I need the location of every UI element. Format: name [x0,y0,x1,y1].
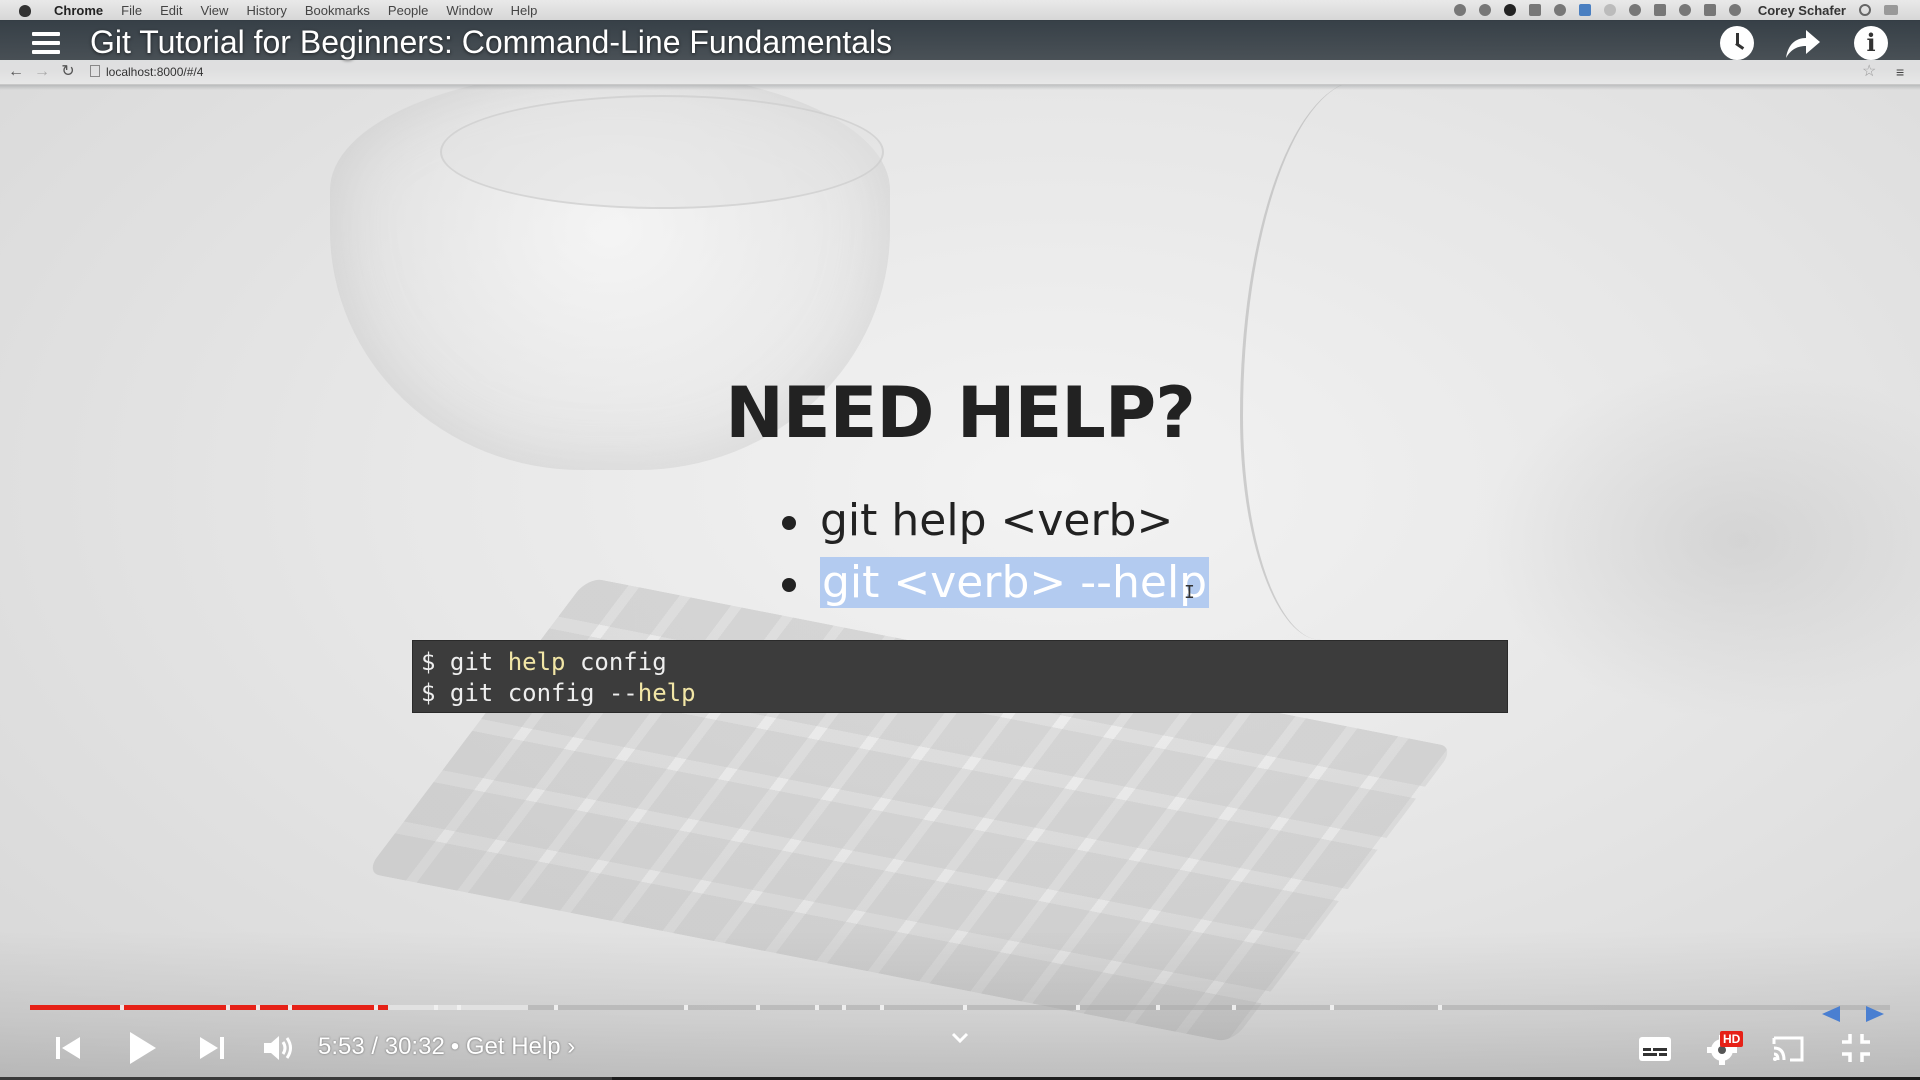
scrub-arrows-icon[interactable] [1818,1004,1888,1024]
display-icon[interactable] [1578,4,1591,16]
menu-window[interactable]: Window [446,3,492,18]
previous-icon[interactable] [54,1034,82,1062]
notification-icon[interactable] [1478,4,1491,16]
bullet-dot [782,578,796,592]
code-line: $ git config --help [421,679,696,707]
menu-edit[interactable]: Edit [160,3,182,18]
time-separator: / [364,1033,385,1060]
menu-view[interactable]: View [200,3,228,18]
chapter-marker [963,1005,967,1010]
drive-icon[interactable] [1553,4,1566,16]
playlist-menu-icon[interactable] [32,32,60,56]
circle-icon[interactable] [1603,4,1616,16]
back-arrow-icon[interactable]: ← [6,62,26,82]
chapter-link[interactable]: • Get Help › [451,1033,575,1060]
screen: Chrome File Edit View History Bookmarks … [0,0,1920,1080]
volume-icon[interactable] [1703,4,1716,16]
wifi-icon[interactable] [1678,4,1691,16]
menu-app-name[interactable]: Chrome [54,3,103,18]
exit-fullscreen-icon[interactable] [1840,1032,1872,1064]
duration: 30:32 [384,1033,445,1060]
page-icon [90,65,100,77]
notification-center-icon[interactable] [1884,5,1898,15]
cast-icon[interactable] [1770,1034,1806,1064]
time-machine-icon[interactable] [1628,4,1641,16]
status-area: Corey Schafer [1453,0,1898,20]
bookmark-star-icon[interactable]: ☆ [1862,62,1876,82]
slide-heading: NEED HELP? [725,372,1196,454]
chapter-marker [120,1005,124,1010]
progress-played [30,1005,388,1010]
menu-help[interactable]: Help [511,3,538,18]
bullet-item: git help <verb> [780,490,1209,552]
dropbox-icon[interactable] [1528,4,1541,16]
menu-history[interactable]: History [246,3,286,18]
chapter-marker [684,1005,688,1010]
next-icon[interactable] [198,1034,226,1062]
play-icon[interactable] [126,1030,158,1066]
time-display: 5:53 / 30:32 • Get Help › [318,1032,575,1062]
chapter-marker [880,1005,884,1010]
coffee-mug-rim [440,95,884,209]
info-icon[interactable]: i [1852,24,1892,64]
chapter-marker [842,1005,846,1010]
code-block: $ git help config $ git config --help [412,640,1508,713]
hd-badge: HD [1720,1031,1744,1047]
volume-icon[interactable] [262,1032,296,1064]
chapter-marker [554,1005,558,1010]
dark-circle-icon[interactable] [1503,4,1516,16]
address-bar[interactable]: localhost:8000/#/4 [90,62,1870,82]
spotlight-icon[interactable] [1859,4,1871,16]
reload-icon[interactable]: ↻ [58,62,78,82]
slide-bullets: git help <verb> git <verb> --help [780,490,1210,614]
browser-menu-icon[interactable]: ≡ [1896,62,1904,82]
chapter-marker [1330,1005,1334,1010]
chapter-marker [457,1005,461,1010]
bullet-text: git help <verb> [820,495,1174,546]
chapter-marker [1438,1005,1442,1010]
mouse-cable-shape [1240,80,1443,640]
bluetooth-icon[interactable] [1653,4,1666,16]
clock-icon[interactable] [1728,4,1741,16]
chapter-marker [256,1005,260,1010]
chapter-marker [226,1005,230,1010]
watch-later-icon[interactable] [1718,24,1758,64]
menu-items: Chrome File Edit View History Bookmarks … [54,3,537,18]
chapter-marker [1156,1005,1160,1010]
menu-bookmarks[interactable]: Bookmarks [305,3,370,18]
bullet-text-selected: git <verb> --help [820,557,1210,608]
video-title[interactable]: Git Tutorial for Beginners: Command-Line… [90,24,892,61]
text-cursor-icon: I [1184,582,1195,603]
record-icon[interactable] [1453,4,1466,16]
forward-arrow-icon[interactable]: → [32,62,52,82]
menu-file[interactable]: File [121,3,142,18]
chevron-down-icon[interactable] [950,1030,970,1046]
url-text: localhost:8000/#/4 [106,65,204,79]
bullet-item: git <verb> --help [780,552,1210,614]
share-icon[interactable] [1782,24,1822,64]
chapter-marker [1232,1005,1236,1010]
user-name[interactable]: Corey Schafer [1758,3,1846,18]
mac-menu-bar: Chrome File Edit View History Bookmarks … [0,0,1920,21]
code-line: $ git help config [421,648,667,676]
chapter-marker [815,1005,819,1010]
current-time: 5:53 [318,1033,365,1060]
apple-icon[interactable] [18,3,32,17]
bullet-dot [782,516,796,530]
chapter-marker [434,1005,438,1010]
chapter-marker [1076,1005,1080,1010]
menu-people[interactable]: People [388,3,428,18]
subtitles-icon[interactable] [1638,1036,1672,1062]
chapter-marker [374,1005,378,1010]
chapter-marker [288,1005,292,1010]
chapter-marker [756,1005,760,1010]
